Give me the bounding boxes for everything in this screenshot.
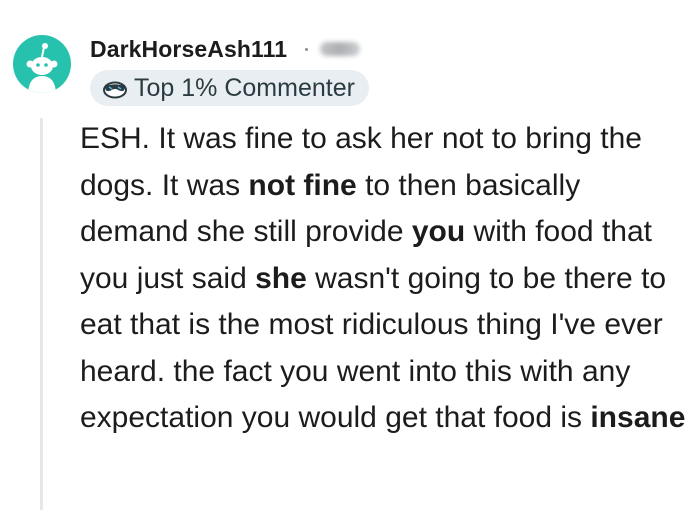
timestamp-redacted: [320, 42, 361, 56]
separator-dot: [305, 47, 309, 51]
badge-label: Top 1% Commenter: [134, 73, 355, 102]
username[interactable]: DarkHorseAsh111: [90, 36, 287, 63]
body-segment-bold: insane: [590, 401, 686, 434]
body-segment-bold: not fine: [248, 168, 357, 202]
comment-header: DarkHorseAsh111: [90, 34, 361, 64]
thread-line[interactable]: [40, 118, 43, 510]
body-segment-bold: you: [411, 215, 466, 248]
top-commenter-badge[interactable]: Top 1% Commenter: [90, 70, 369, 106]
avatar[interactable]: [13, 35, 71, 93]
comment: DarkHorseAsh111 Top 1% Commenter ESH. It…: [0, 0, 700, 510]
sunglasses-face-icon: [102, 77, 128, 99]
comment-body: ESH. It was fine to ask her not to bring…: [80, 116, 692, 442]
body-segment-bold: she: [255, 261, 307, 295]
snoo-avatar-icon: [26, 43, 58, 93]
